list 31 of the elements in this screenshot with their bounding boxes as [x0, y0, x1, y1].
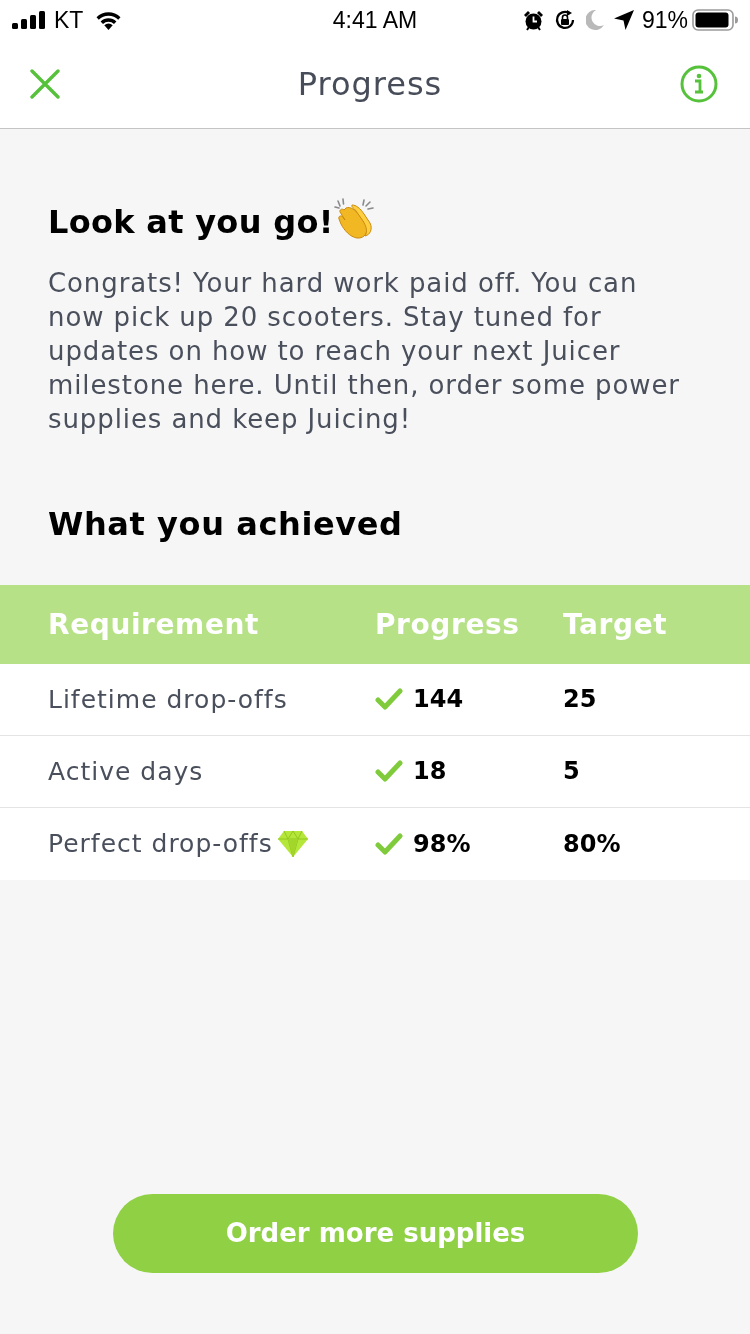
wifi-icon [95, 10, 123, 30]
heading: Look at you go! [48, 202, 334, 242]
target-value: 80% [563, 829, 622, 859]
column-header: Target [563, 607, 669, 642]
progress-value: 144 [413, 685, 464, 714]
close-icon[interactable] [30, 69, 60, 99]
target-value: 25 [563, 685, 598, 714]
requirement-label: Lifetime drop-offs [48, 684, 288, 715]
clapping-hands-icon [333, 198, 376, 240]
battery-percent: 91% [641, 8, 688, 32]
page-title: Progress [297, 64, 443, 104]
carrier-name: KT [54, 8, 84, 32]
status-time: 4:41 AM [332, 7, 418, 33]
requirement-label: Perfect drop-offs [48, 829, 273, 859]
battery-icon [692, 9, 738, 31]
target-value: 5 [563, 757, 581, 786]
section-title: What you achieved [48, 504, 404, 544]
column-header: Progress [375, 607, 521, 642]
message-paragraph: Congrats! Your hard work paid off. You can now pick up 20 scooters. Stay tuned for updates on how to reach your next Juicer milestone here. Until then, order some power supplies and keep Juicing! [48, 267, 681, 436]
alarm-clock-icon [522, 9, 544, 31]
signal-icon [12, 11, 46, 29]
progress-value: 18 [413, 757, 447, 786]
requirement-label: Active days [48, 756, 204, 787]
info-icon[interactable] [680, 65, 718, 103]
moon-icon [585, 10, 604, 30]
rotation-lock-icon [553, 9, 576, 31]
order-supplies-button[interactable]: Order more supplies [113, 1194, 638, 1273]
progress-value: 98% [413, 829, 471, 859]
gem-icon [276, 830, 309, 858]
column-header: Requirement [48, 607, 260, 642]
location-arrow-icon [613, 10, 634, 30]
